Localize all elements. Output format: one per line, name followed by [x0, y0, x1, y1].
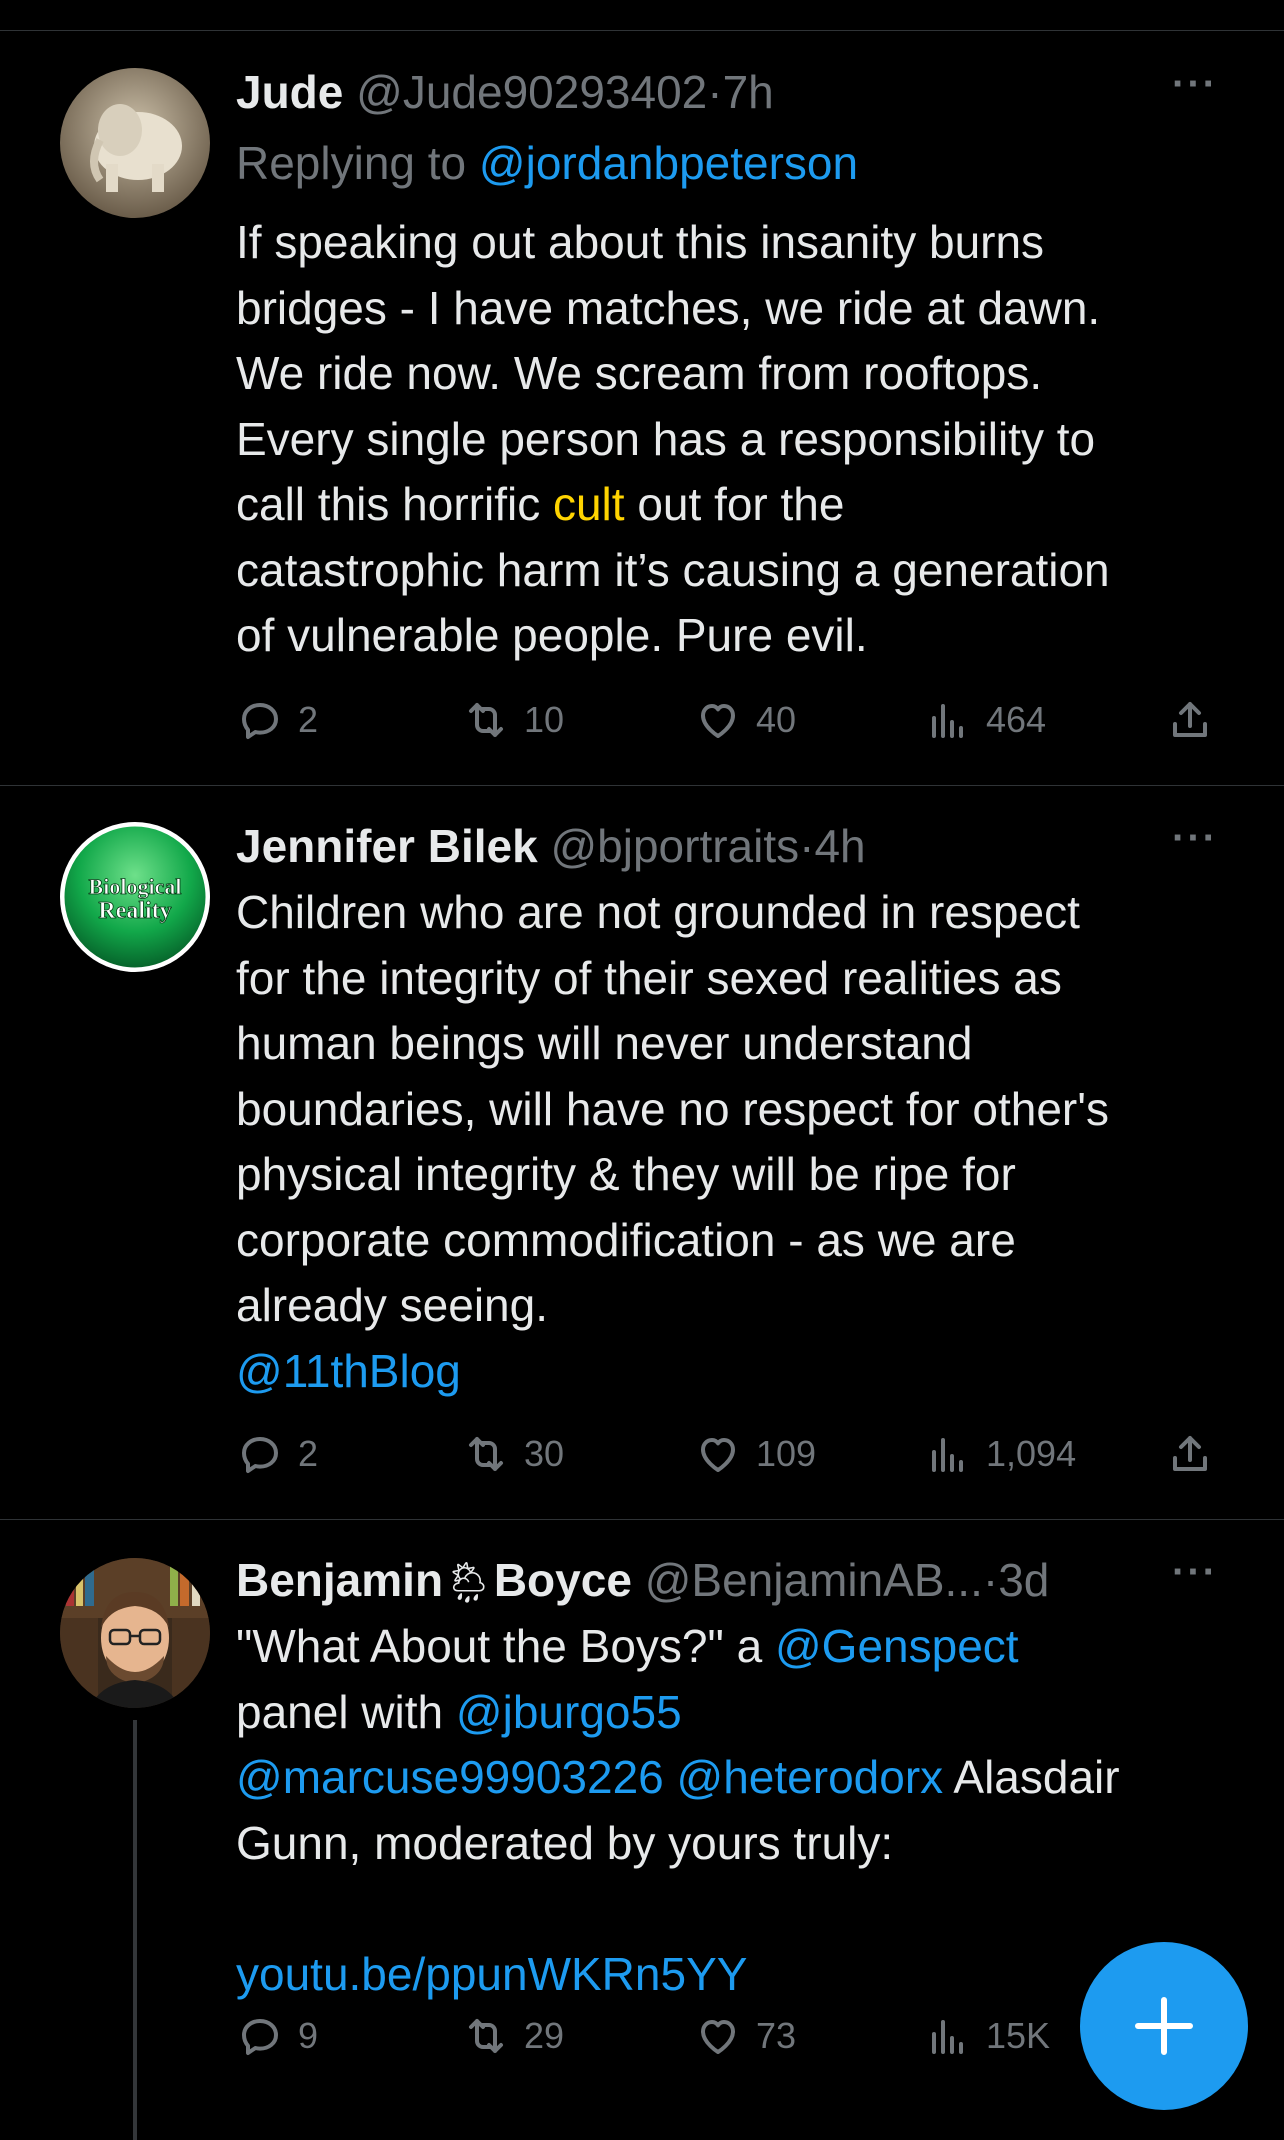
like-count: 73 [756, 2015, 797, 2056]
tweet-text-part: panel with [236, 1685, 444, 1738]
replying-to-prefix: Replying to [236, 137, 479, 189]
mention-link[interactable]: @jburgo55 [456, 1686, 682, 1738]
like-count: 40 [756, 699, 797, 740]
retweet-button[interactable]: 30 [462, 1424, 564, 1484]
reply-count: 2 [298, 699, 319, 740]
timestamp[interactable]: 3d [998, 1554, 1049, 1606]
reply-button[interactable]: 2 [236, 690, 318, 750]
views-icon [932, 2020, 963, 2054]
views-button[interactable]: 1,094 [924, 1424, 1076, 1484]
user-handle[interactable]: @bjportraits [550, 820, 799, 872]
views-button[interactable]: 464 [924, 690, 1046, 750]
compose-plus-icon [1135, 1997, 1193, 2055]
display-name-last[interactable]: Boyce [494, 1554, 632, 1606]
separator-dot: · [799, 820, 815, 872]
retweet-button[interactable]: 29 [462, 2006, 564, 2066]
views-button[interactable]: 15K [924, 2006, 1050, 2066]
tweet-actions: 9 29 73 15K [236, 2006, 1226, 2066]
separator-dot: · [982, 1554, 999, 1606]
avatar[interactable]: Biological Reality [60, 822, 210, 972]
more-icon[interactable]: ··· [1172, 1550, 1218, 1595]
tweet-text-part: Children who are not grounded in respect… [236, 886, 1110, 1331]
share-button[interactable] [1166, 1424, 1214, 1484]
reply-button[interactable]: 2 [236, 1424, 318, 1484]
tweet-text: If speaking out about this insanity burn… [236, 210, 1236, 669]
reply-icon [242, 2019, 278, 2055]
retweet-icon [469, 2019, 503, 2053]
replying-to-mention[interactable]: @jordanbpeterson [479, 137, 858, 189]
like-button[interactable]: 109 [694, 1424, 816, 1484]
more-icon[interactable]: ··· [1172, 816, 1218, 861]
views-count: 464 [986, 699, 1047, 740]
share-icon [1173, 702, 1207, 737]
retweet-icon [469, 1437, 503, 1471]
mention-link[interactable]: @11thBlog [236, 1345, 461, 1397]
user-handle[interactable]: @Jude90293402 [356, 66, 707, 118]
views-icon [932, 1438, 963, 1472]
reply-count: 2 [298, 1433, 319, 1474]
avatar[interactable] [60, 1558, 210, 1708]
timestamp[interactable]: 7h [723, 66, 774, 118]
tweet-text-part: "What About the Boys?" a [236, 1620, 775, 1672]
reply-icon [242, 1437, 278, 1473]
thread-connector [133, 1720, 137, 2140]
compose-button[interactable] [1080, 1942, 1248, 2110]
youtube-link[interactable]: youtu.be/ppunWKRn5YY [236, 1948, 747, 2000]
retweet-count: 10 [524, 699, 565, 740]
avatar-text-1: Biological [89, 874, 182, 899]
avatar-text-2: Reality [98, 898, 171, 924]
reply-button[interactable]: 9 [236, 2006, 318, 2066]
retweet-icon [469, 703, 503, 737]
tweet-actions: 2 10 40 464 [236, 690, 1226, 750]
highlighted-term[interactable]: cult [553, 478, 625, 530]
display-name[interactable]: Jude [236, 66, 343, 118]
like-icon [701, 704, 735, 738]
tweet-header: Jennifer Bilek @bjportraits·4h [236, 816, 1224, 876]
tweet-jude[interactable]: Jude @Jude90293402·7h ··· Replying to @j… [0, 0, 1284, 785]
tweet-text: Children who are not grounded in respect… [236, 880, 1236, 1404]
weather-emoji-icon: 🌦 [443, 1561, 494, 1605]
share-button[interactable] [1166, 690, 1214, 750]
tweet-text-part [664, 1751, 677, 1803]
like-button[interactable]: 73 [694, 2006, 796, 2066]
tweet-header: Benjamin🌦Boyce @BenjaminAB...·3d [236, 1550, 1224, 1613]
timestamp[interactable]: 4h [814, 820, 865, 872]
tweet-text: "What About the Boys?" a @Genspect panel… [236, 1614, 1236, 2007]
more-icon[interactable]: ··· [1172, 62, 1218, 107]
display-name[interactable]: Jennifer Bilek [236, 820, 538, 872]
reply-count: 9 [298, 2015, 319, 2056]
views-icon [932, 704, 963, 738]
share-icon [1173, 1436, 1207, 1471]
like-icon [701, 2020, 735, 2054]
mention-link[interactable]: @Genspect [775, 1620, 1019, 1672]
views-count: 15K [986, 2015, 1051, 2056]
retweet-button[interactable]: 10 [462, 690, 564, 750]
mention-link[interactable]: @heterodorx [677, 1751, 944, 1803]
retweet-count: 29 [524, 2015, 565, 2056]
like-button[interactable]: 40 [694, 690, 796, 750]
display-name-first[interactable]: Benjamin [236, 1554, 443, 1606]
mention-link[interactable]: @marcuse99903226 [236, 1751, 664, 1803]
user-handle[interactable]: @BenjaminAB... [645, 1554, 983, 1606]
tweet-jennifer-bilek[interactable]: Biological Reality Jennifer Bilek @bjpor… [0, 786, 1284, 1519]
separator-dot: · [707, 66, 723, 118]
views-count: 1,094 [986, 1433, 1077, 1474]
reply-icon [242, 703, 278, 739]
tweet-header: Jude @Jude90293402·7h [236, 62, 1224, 122]
like-count: 109 [756, 1433, 817, 1474]
like-icon [701, 1438, 735, 1472]
avatar[interactable] [60, 68, 210, 218]
retweet-count: 30 [524, 1433, 565, 1474]
tweet-actions: 2 30 109 1,094 [236, 1424, 1226, 1484]
replying-to: Replying to @jordanbpeterson [236, 133, 858, 193]
